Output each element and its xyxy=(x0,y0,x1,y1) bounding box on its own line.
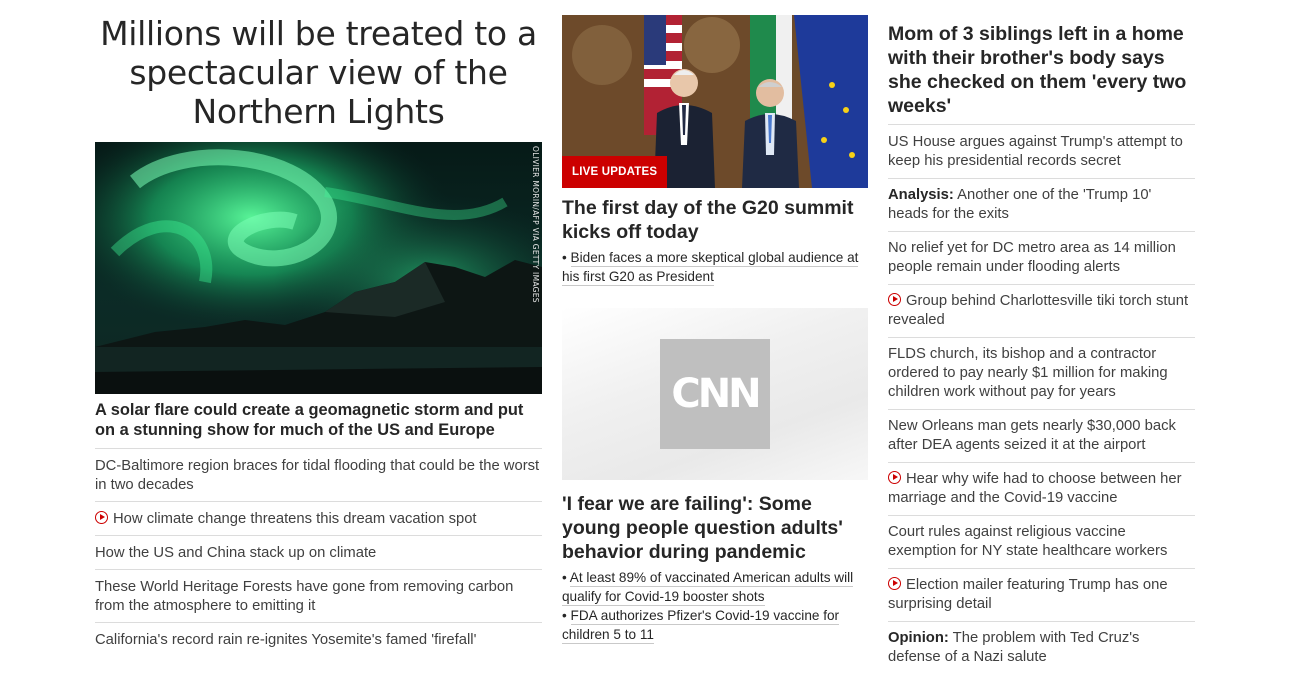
list-item-text: No relief yet for DC metro area as 14 mi… xyxy=(888,240,1176,275)
cnn-placeholder-image[interactable]: CNN xyxy=(562,308,868,480)
list-item[interactable]: These World Heritage Forests have gone f… xyxy=(95,569,542,622)
list-item[interactable]: How climate change threatens this dream … xyxy=(95,501,542,535)
right-story-list: US House argues against Trump's attempt … xyxy=(888,124,1195,674)
live-updates-badge: LIVE UPDATES xyxy=(562,156,668,188)
list-item-text: These World Heritage Forests have gone f… xyxy=(95,579,514,614)
list-item[interactable]: DC-Baltimore region braces for tidal flo… xyxy=(95,448,542,501)
cnn-logo: CNN xyxy=(660,339,770,449)
list-item-text: DC-Baltimore region braces for tidal flo… xyxy=(95,458,540,493)
list-item[interactable]: Election mailer featuring Trump has one … xyxy=(888,568,1195,621)
list-item[interactable]: New Orleans man gets nearly $30,000 back… xyxy=(888,409,1195,462)
pfizer-bullet[interactable]: • FDA authorizes Pfizer's Covid-19 vacci… xyxy=(562,606,868,644)
play-video-icon xyxy=(95,511,108,524)
list-item[interactable]: Hear why wife had to choose between her … xyxy=(888,462,1195,515)
image-credit: OLIVIER MORIN/AFP VIA GETTY IMAGES xyxy=(531,146,540,303)
list-item-text: Group behind Charlottesville tiki torch … xyxy=(888,293,1189,328)
list-item[interactable]: Court rules against religious vaccine ex… xyxy=(888,515,1195,568)
list-item[interactable]: Opinion: The problem with Ted Cruz's def… xyxy=(888,621,1195,674)
northern-lights-image[interactable]: OLIVIER MORIN/AFP VIA GETTY IMAGES xyxy=(95,142,542,394)
list-item[interactable]: How the US and China stack up on climate xyxy=(95,535,542,569)
lead-story-headline[interactable]: A solar flare could create a geomagnetic… xyxy=(95,400,542,440)
play-video-icon xyxy=(888,293,901,306)
booster-bullet[interactable]: • At least 89% of vaccinated American ad… xyxy=(562,568,868,606)
hero-headline[interactable]: Millions will be treated to a spectacula… xyxy=(95,14,542,131)
list-item-text: How the US and China stack up on climate xyxy=(95,545,377,561)
list-item-text: FLDS church, its bishop and a contractor… xyxy=(888,346,1168,400)
play-video-icon xyxy=(888,577,901,590)
list-item-text: Hear why wife had to choose between her … xyxy=(888,471,1182,506)
g20-bullet[interactable]: • Biden faces a more skeptical global au… xyxy=(562,248,868,286)
list-item-text: How climate change threatens this dream … xyxy=(113,511,477,527)
play-video-icon xyxy=(888,471,901,484)
list-item-text: Election mailer featuring Trump has one … xyxy=(888,577,1168,612)
opinion-label: Opinion: xyxy=(888,630,949,646)
aurora-photo xyxy=(95,142,542,394)
list-item[interactable]: Group behind Charlottesville tiki torch … xyxy=(888,284,1195,337)
list-item[interactable]: No relief yet for DC metro area as 14 mi… xyxy=(888,231,1195,284)
analysis-label: Analysis: xyxy=(888,187,954,203)
list-item-text: US House argues against Trump's attempt … xyxy=(888,134,1183,169)
left-story-list: DC-Baltimore region braces for tidal flo… xyxy=(95,448,542,656)
list-item-text: California's record rain re-ignites Yose… xyxy=(95,632,477,648)
list-item-text: New Orleans man gets nearly $30,000 back… xyxy=(888,418,1176,453)
list-item[interactable]: US House argues against Trump's attempt … xyxy=(888,124,1195,178)
right-headline[interactable]: Mom of 3 siblings left in a home with th… xyxy=(888,22,1195,118)
youth-pandemic-headline[interactable]: 'I fear we are failing': Some young peop… xyxy=(562,492,868,564)
g20-photo[interactable]: LIVE UPDATES xyxy=(562,15,868,188)
list-item[interactable]: FLDS church, its bishop and a contractor… xyxy=(888,337,1195,409)
list-item[interactable]: California's record rain re-ignites Yose… xyxy=(95,622,542,656)
g20-headline[interactable]: The first day of the G20 summit kicks of… xyxy=(562,196,868,244)
list-item-text: Court rules against religious vaccine ex… xyxy=(888,524,1168,559)
list-item[interactable]: Analysis: Another one of the 'Trump 10' … xyxy=(888,178,1195,231)
cnn-logo-text: CNN xyxy=(671,371,761,417)
